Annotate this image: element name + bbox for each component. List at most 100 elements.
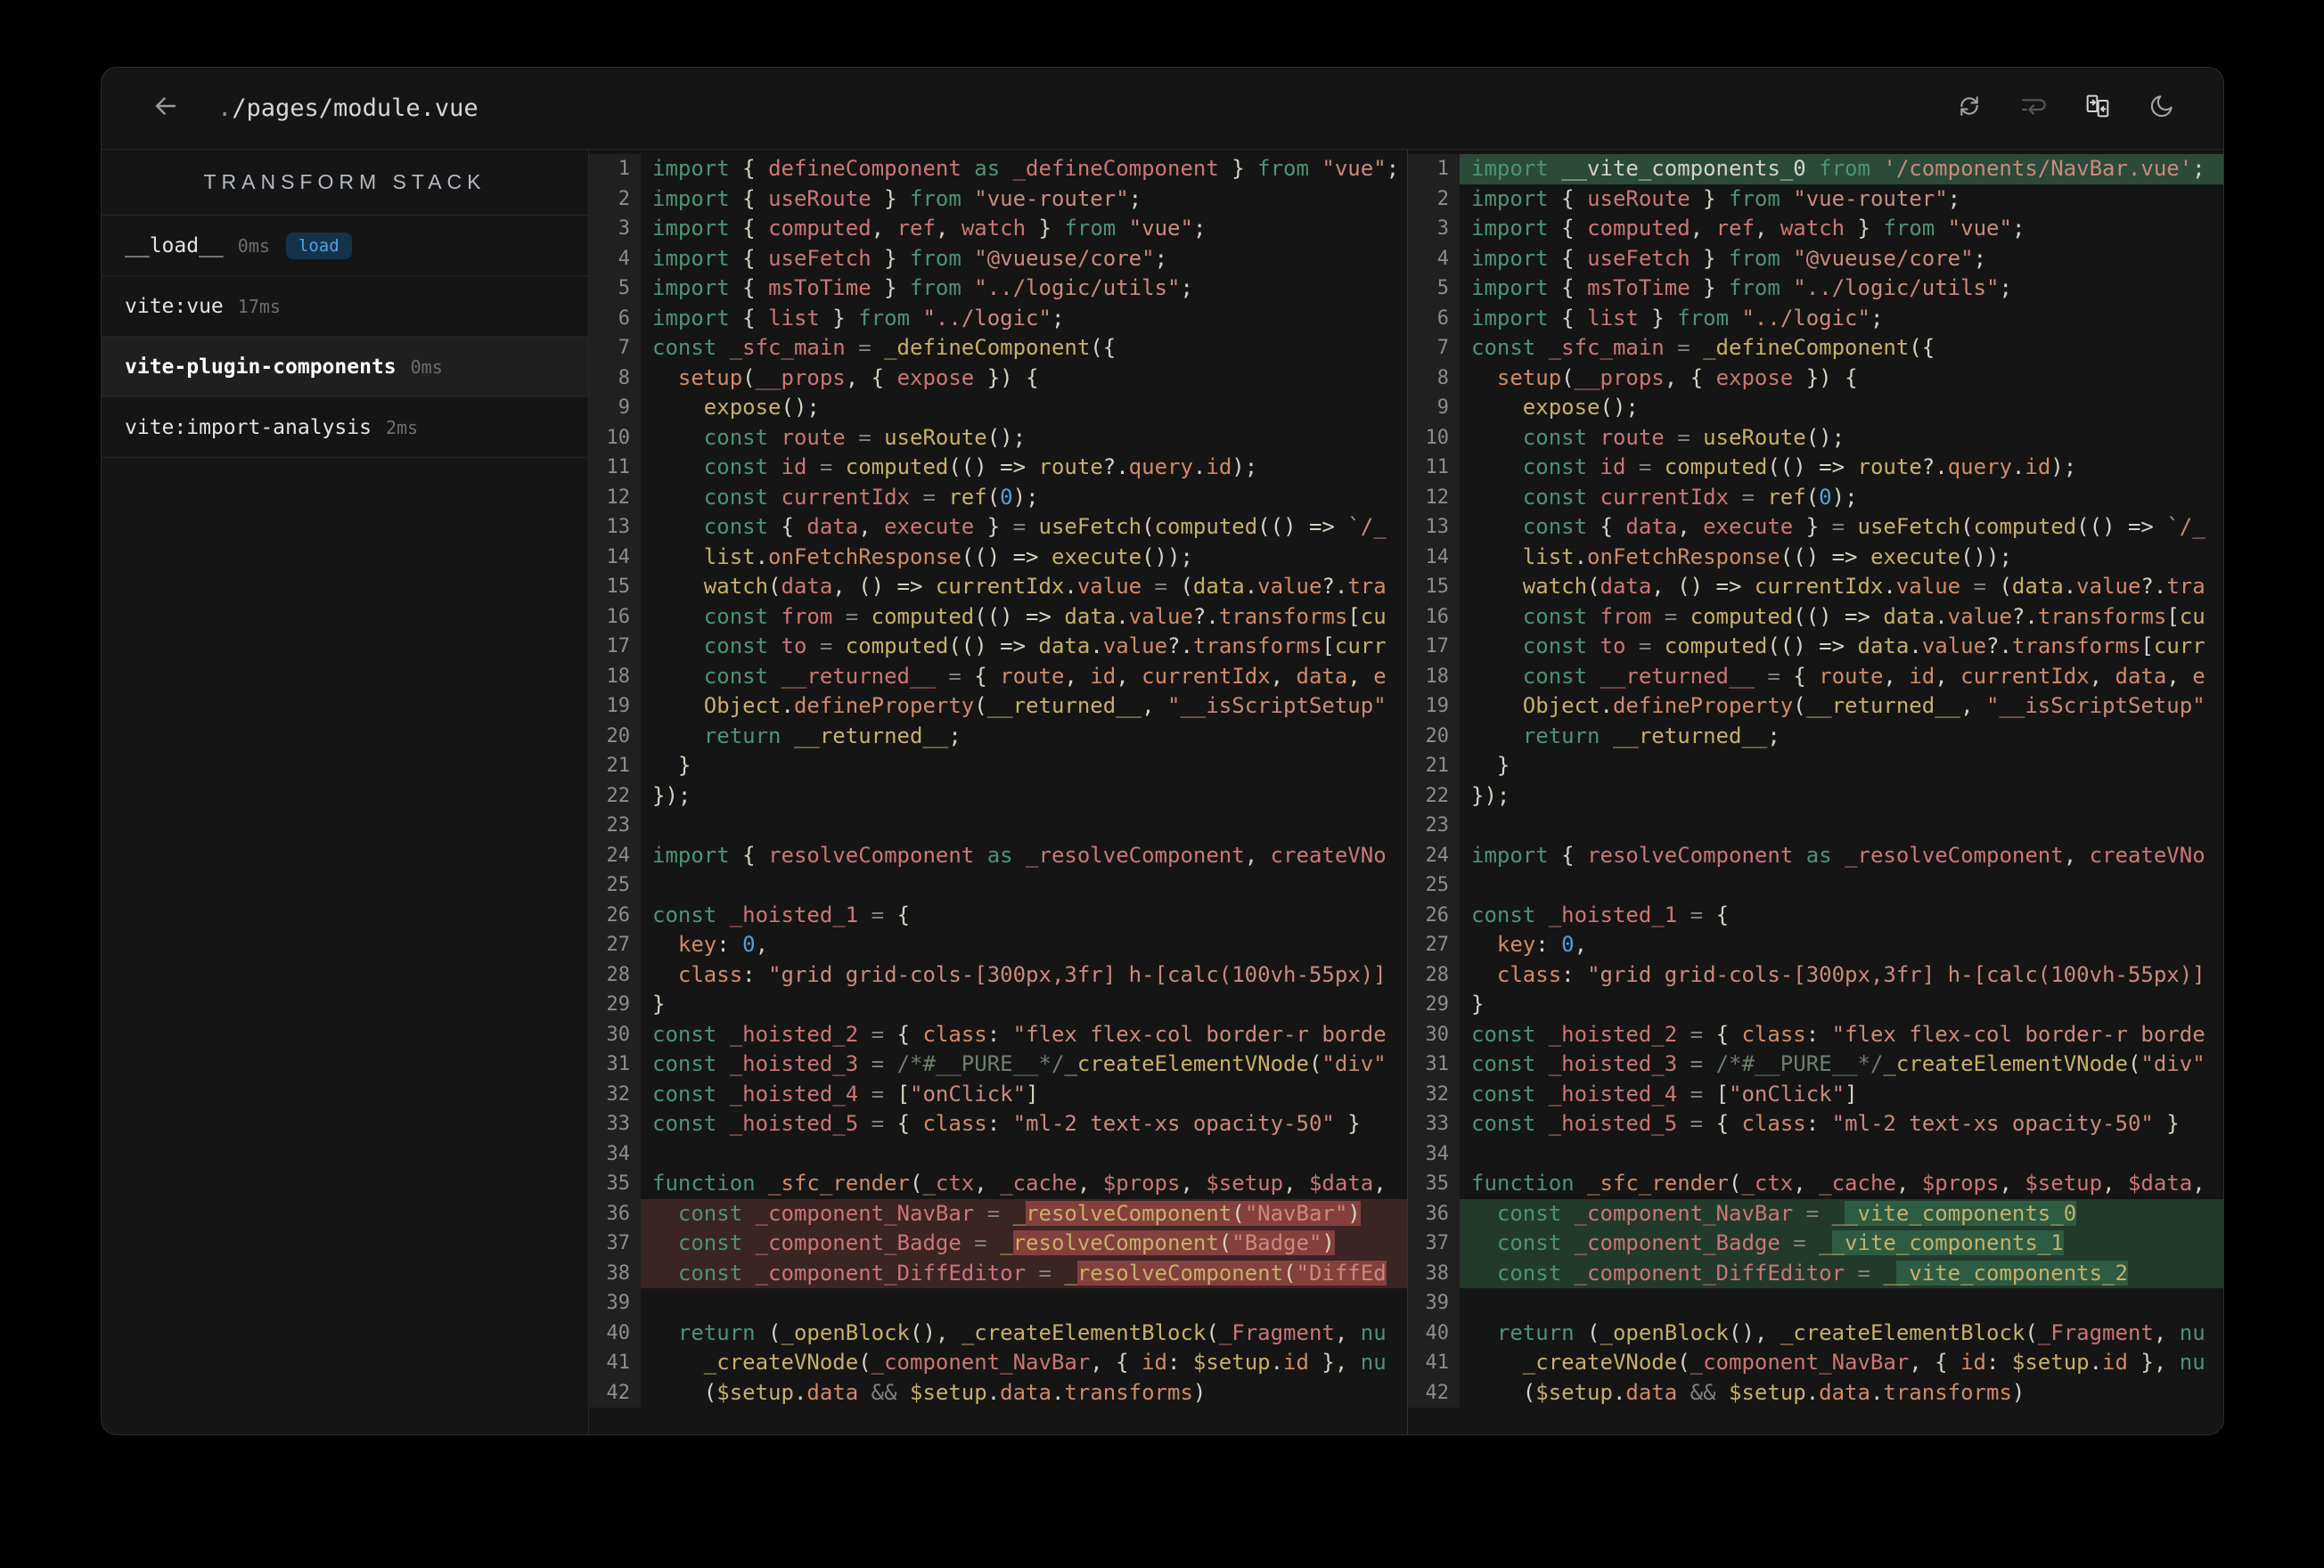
line-code: class: "grid grid-cols-[300px,3fr] h-[ca… [677,961,1387,987]
line-number: 23 [589,811,641,841]
line-number: 29 [589,990,641,1020]
code-line: 4 import { useFetch } from "@vueuse/core"… [589,243,1407,274]
transform-stack-item[interactable]: __load__ 0ms load [102,216,588,276]
line-code: import { resolveComponent as _resolveCom… [652,842,1387,868]
code-line: 5 import { msToTime } from "../logic/util… [1408,274,2223,304]
line-code: import { msToTime } from "../logic/utils… [652,275,1193,300]
line-number: 12 [589,482,641,512]
line-number: 6 [589,303,641,333]
line-code: import { defineComponent as _defineCompo… [652,156,1400,181]
code-panel-after[interactable]: 1 import __vite_components_0 from '/compo… [1407,150,2223,1434]
theme-toggle-button[interactable] [2147,94,2177,124]
code-line: 40 return (_openBlock(), _createElementB… [1408,1318,2223,1348]
line-code: } [652,992,666,1017]
line-code: const _component_NavBar = __vite_compone… [1460,1198,2223,1229]
transform-stack-header: TRANSFORM STACK [102,150,588,216]
code-line: 42 ($setup.data && $setup.data.transform… [589,1377,1407,1408]
code-line: 18 const __returned__ = { route, id, cur… [589,661,1407,691]
line-code: const _component_Badge = __vite_componen… [1460,1229,2223,1259]
line-number: 31 [1408,1049,1460,1080]
code-line: 6 import { list } from "../logic"; [589,303,1407,333]
line-code: const id = computed(() => route?.query.i… [1522,454,2077,479]
code-line: 29} [589,990,1407,1020]
line-number: 6 [1408,303,1460,333]
line-code: const __returned__ = { route, id, curren… [703,663,1387,689]
line-number: 19 [589,691,641,722]
line-number: 25 [1408,870,1460,901]
code-line: 12 const currentIdx = ref(0); [1408,482,2223,512]
line-number: 13 [1408,512,1460,543]
code-line: 9 expose(); [589,393,1407,423]
line-number: 23 [1408,811,1460,841]
line-number: 20 [1408,721,1460,751]
line-code: expose(); [703,395,820,420]
code-line: 15 watch(data, () => currentIdx.value = … [589,572,1407,602]
code-line: 32 const _hoisted_4 = ["onClick"] [589,1079,1407,1109]
code-line: 35 function _sfc_render(_ctx, _cache, $pr… [589,1169,1407,1199]
line-number: 8 [1408,363,1460,393]
transform-stack-item[interactable]: vite-plugin-components 0ms [102,337,588,397]
code-line: 31 const _hoisted_3 = /*#__PURE__*/_creat… [1408,1049,2223,1080]
line-number: 11 [1408,453,1460,483]
code-line: 26 const _hoisted_1 = { [589,900,1407,930]
code-line: 23 [1408,811,2223,841]
line-code: } [652,753,691,778]
line-code: Object.defineProperty(__returned__, "__i… [1522,693,2205,718]
code-line: 29} [1408,990,2223,1020]
line-number: 20 [589,721,641,751]
code-panel-before[interactable]: 1 import { defineComponent as _defineComp… [589,150,1407,1434]
line-number: 21 [1408,751,1460,781]
code-line: 36 const _component_NavBar = _resolveCom… [589,1198,1407,1229]
plugin-name: vite:vue [125,294,224,318]
line-code: const from = computed(() => data.value?.… [703,603,1387,629]
code-line: 3 import { computed, ref, watch } from "v… [589,214,1407,244]
code-line: 2 import { useRoute } from "vue-router"; [589,184,1407,214]
line-code: watch(data, () => currentIdx.value = (da… [703,574,1387,599]
plugin-time: 0ms [410,355,443,378]
refresh-button[interactable] [1954,94,1984,124]
code-line: 26 const _hoisted_1 = { [1408,900,2223,930]
code-line: 32 const _hoisted_4 = ["onClick"] [1408,1079,2223,1109]
line-code: key: 0, [677,932,769,957]
line-code: }); [652,782,691,808]
code-line: 9 expose(); [1408,393,2223,423]
code-line: 12 const currentIdx = ref(0); [589,482,1407,512]
transform-stack-item[interactable]: vite:import-analysis 2ms [102,397,588,458]
line-number: 22 [1408,780,1460,811]
line-code: import { computed, ref, watch } from "vu… [652,216,1207,241]
line-code: setup(__props, { expose }) { [1496,364,1858,390]
code-line: 11 const id = computed(() => route?.quer… [589,453,1407,483]
line-code: import __vite_components_0 from '/compon… [1460,154,2223,184]
line-number: 30 [589,1019,641,1049]
code-line: 13 const { data, execute } = useFetch(co… [1408,512,2223,543]
code-line: 16 const from = computed(() => data.valu… [1408,601,2223,632]
code-line: 8 setup(__props, { expose }) { [1408,363,2223,393]
line-number: 13 [589,512,641,543]
line-number: 22 [589,780,641,811]
line-code: const _hoisted_3 = /*#__PURE__*/_createE… [652,1051,1387,1076]
line-code: ($setup.data && $setup.data.transforms) [1471,1379,2025,1405]
code-line: 16 const from = computed(() => data.valu… [589,601,1407,632]
line-number: 15 [589,572,641,602]
code-line: 38 const _component_DiffEditor = _resolv… [589,1258,1407,1288]
line-number: 18 [589,661,641,691]
code-line: 21 } [1408,751,2223,781]
line-code: import { computed, ref, watch } from "vu… [1471,216,2025,241]
line-code: function _sfc_render(_ctx, _cache, $prop… [1471,1171,2205,1196]
side-by-side-diff-toggle-button[interactable] [2083,94,2113,124]
line-mapping-toggle-button[interactable] [2018,94,2049,124]
line-number: 40 [1408,1318,1460,1348]
code-line: 41 _createVNode(_component_NavBar, { id:… [1408,1348,2223,1378]
module-path-root: . [217,94,233,122]
code-line: 1 import { defineComponent as _defineComp… [589,154,1407,184]
transform-stack-item[interactable]: vite:vue 17ms [102,276,588,337]
line-code: const _hoisted_5 = { class: "ml-2 text-x… [652,1111,1361,1136]
code-line: 39 [589,1288,1407,1319]
code-line: 10 const route = useRoute(); [1408,422,2223,453]
line-number: 25 [589,870,641,901]
back-button[interactable] [148,91,184,127]
